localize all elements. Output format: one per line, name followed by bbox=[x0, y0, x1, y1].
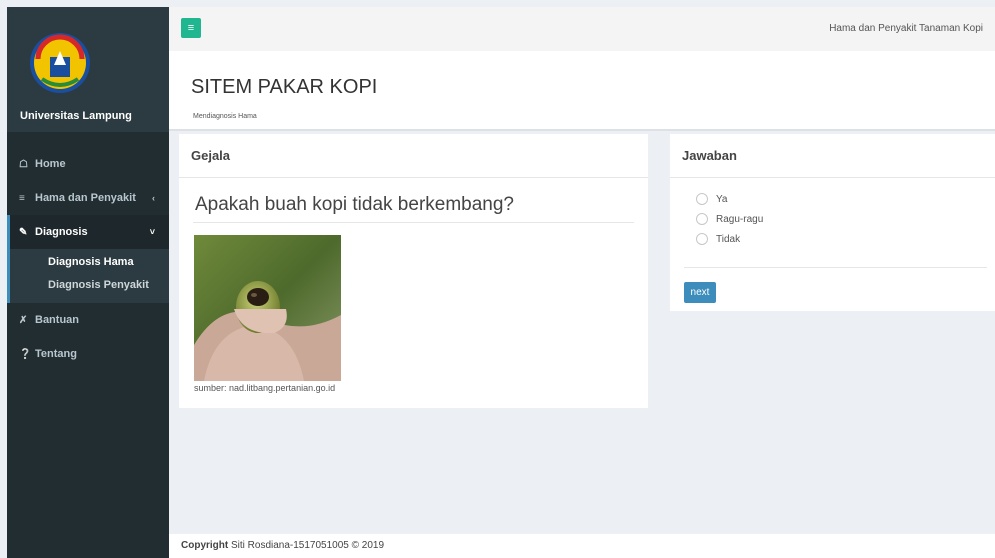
copyright-text: Siti Rosdiana-1517051005 © 2019 bbox=[228, 540, 385, 551]
brand: Universitas Lampung bbox=[7, 7, 169, 132]
menu-icon: ≡ bbox=[187, 22, 195, 34]
sidebar-item-label: Home bbox=[35, 158, 66, 170]
jawaban-box: Jawaban Ya Ragu-ragu Tidak next bbox=[670, 134, 995, 311]
app-frame: Universitas Lampung ☖ Home ≡ Hama dan Pe… bbox=[7, 7, 995, 558]
answer-option-label: Tidak bbox=[716, 233, 741, 245]
page-title: SITEM PAKAR KOPI bbox=[191, 76, 378, 98]
wrench-icon: ✗ bbox=[19, 314, 28, 326]
divider bbox=[193, 222, 634, 223]
coffee-berry-photo bbox=[194, 235, 341, 381]
answer-option-tidak[interactable]: Tidak bbox=[696, 229, 763, 249]
divider bbox=[684, 267, 987, 268]
list-icon: ≡ bbox=[19, 192, 25, 204]
brand-name: Universitas Lampung bbox=[20, 110, 132, 122]
answer-option-ragu-ragu[interactable]: Ragu-ragu bbox=[696, 209, 763, 229]
gejala-box: Gejala Apakah buah kopi tidak berkembang… bbox=[179, 134, 648, 408]
sidebar-item-diagnosis[interactable]: ✎ Diagnosis ˅ bbox=[7, 215, 169, 249]
university-logo bbox=[30, 33, 90, 93]
sidebar-item-home[interactable]: ☖ Home bbox=[7, 147, 169, 181]
radio-button[interactable] bbox=[696, 193, 708, 205]
sidebar-item-tentang[interactable]: ❔ Tentang bbox=[7, 337, 169, 371]
copyright-label: Copyright bbox=[181, 540, 229, 551]
radio-button[interactable] bbox=[696, 213, 708, 225]
footer: Copyright Siti Rosdiana-1517051005 © 201… bbox=[169, 534, 995, 558]
jawaban-heading: Jawaban bbox=[670, 134, 995, 178]
sidebar-subitem-diagnosis-hama[interactable]: Diagnosis Hama bbox=[10, 251, 169, 274]
sidebar-item-label: Tentang bbox=[35, 348, 77, 360]
sidebar-item-label: Diagnosis bbox=[35, 226, 88, 238]
chevron-down-icon: ˅ bbox=[149, 227, 155, 237]
edit-icon: ✎ bbox=[19, 226, 28, 238]
info-icon: ❔ bbox=[19, 348, 32, 360]
sidebar-subitem-diagnosis-penyakit[interactable]: Diagnosis Penyakit bbox=[10, 274, 169, 297]
answer-options: Ya Ragu-ragu Tidak bbox=[696, 189, 763, 249]
radio-button[interactable] bbox=[696, 233, 708, 245]
sidebar-item-bantuan[interactable]: ✗ Bantuan bbox=[7, 303, 169, 337]
answer-option-ya[interactable]: Ya bbox=[696, 189, 763, 209]
content-header: SITEM PAKAR KOPI Mendiagnosis Hama bbox=[169, 51, 995, 131]
sidebar-item-hama-dan-penyakit[interactable]: ≡ Hama dan Penyakit ‹ bbox=[7, 181, 169, 215]
next-button[interactable]: next bbox=[684, 282, 716, 303]
sidebar-toggle-button[interactable]: ≡ bbox=[181, 18, 201, 38]
page-subtitle: Mendiagnosis Hama bbox=[193, 113, 257, 120]
sidebar-item-label: Hama dan Penyakit bbox=[35, 192, 136, 204]
gejala-heading: Gejala bbox=[179, 134, 648, 178]
top-navbar: ≡ Hama dan Penyakit Tanaman Kopi bbox=[169, 7, 995, 51]
answer-option-label: Ya bbox=[716, 193, 728, 205]
home-icon: ☖ bbox=[19, 158, 28, 170]
photo-source-caption: sumber: nad.litbang.pertanian.go.id bbox=[194, 383, 336, 393]
sidebar: Universitas Lampung ☖ Home ≡ Hama dan Pe… bbox=[7, 7, 169, 558]
symptom-question: Apakah buah kopi tidak berkembang? bbox=[195, 194, 515, 215]
answer-option-label: Ragu-ragu bbox=[716, 213, 764, 225]
sidebar-item-label: Bantuan bbox=[35, 314, 79, 326]
sidebar-menu: ☖ Home ≡ Hama dan Penyakit ‹ ✎ Diagnosis… bbox=[7, 147, 169, 371]
chevron-left-icon: ‹ bbox=[152, 193, 155, 203]
navbar-title: Hama dan Penyakit Tanaman Kopi bbox=[829, 23, 983, 34]
diagnosis-submenu: Diagnosis Hama Diagnosis Penyakit bbox=[7, 249, 169, 303]
